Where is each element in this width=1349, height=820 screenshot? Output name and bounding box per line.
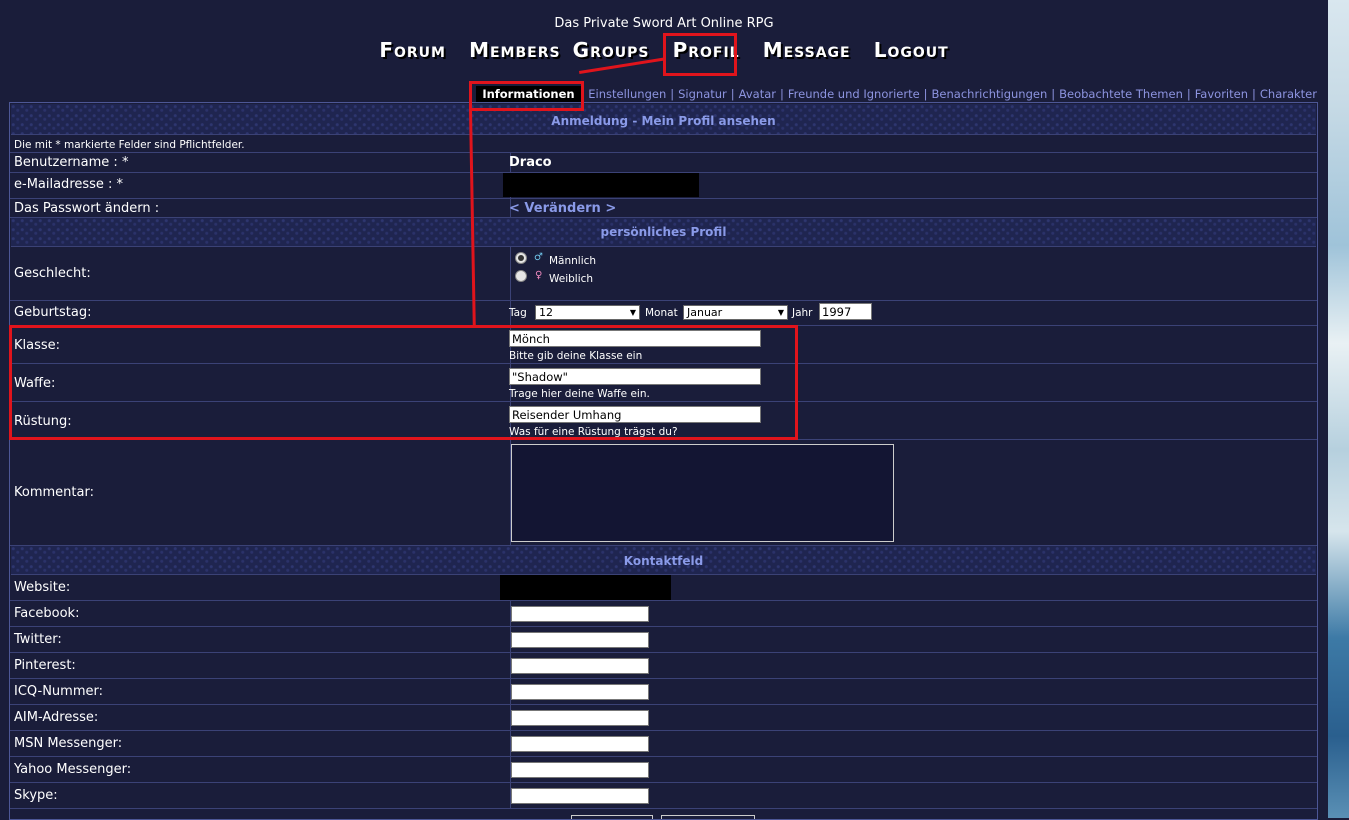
gender-male-label: Männlich — [549, 255, 597, 267]
yahoo-row: Yahoo Messenger: — [10, 757, 1317, 783]
gender-female-label: Weiblich — [549, 273, 594, 285]
icq-row: ICQ-Nummer: — [10, 679, 1317, 705]
email-label: e-Mailadresse : * — [14, 177, 124, 192]
tab-einstellungen[interactable]: Einstellungen — [588, 87, 666, 101]
username-value: Draco — [509, 155, 552, 170]
tab-charakter[interactable]: Charakter — [1260, 87, 1317, 101]
facebook-label: Facebook: — [14, 606, 80, 621]
month-value: Januar — [687, 306, 723, 319]
nav-logout[interactable]: Logout — [874, 38, 949, 62]
comment-row: Kommentar: — [10, 440, 1317, 546]
year-input[interactable]: 1997 — [819, 303, 872, 320]
background-image-strip — [1328, 0, 1349, 818]
website-redacted — [500, 575, 671, 600]
twitter-row: Twitter: — [10, 627, 1317, 653]
yahoo-label: Yahoo Messenger: — [14, 762, 132, 777]
msn-input[interactable] — [511, 736, 649, 752]
gender-male-radio[interactable] — [515, 252, 527, 264]
birthday-row: Geburtstag: Tag 12 ▼ Monat Januar ▼ Jahr 1… — [10, 301, 1317, 326]
aim-input[interactable] — [511, 710, 649, 726]
nav-message[interactable]: Message — [763, 38, 851, 62]
class-row: Klasse: Mönch Bitte gib deine Klasse ein — [10, 326, 1317, 364]
icq-label: ICQ-Nummer: — [14, 684, 103, 699]
class-hint: Bitte gib deine Klasse ein — [509, 350, 643, 362]
comment-textarea[interactable] — [511, 444, 894, 542]
tab-avatar[interactable]: Avatar — [739, 87, 776, 101]
password-label: Das Passwort ändern : — [14, 201, 160, 216]
tab-benachrichtigungen[interactable]: Benachrichtigungen — [932, 87, 1048, 101]
birthday-label: Geburtstag: — [14, 305, 92, 320]
website-label: Website: — [14, 580, 71, 595]
tab-beobachtete-themen[interactable]: Beobachtete Themen — [1059, 87, 1183, 101]
gender-row: Geschlecht: ♂ Männlich ♀ Weiblich — [10, 247, 1317, 301]
day-label: Tag — [509, 307, 527, 319]
msn-row: MSN Messenger: — [10, 731, 1317, 757]
female-icon: ♀ — [535, 270, 543, 281]
year-label: Jahr — [792, 307, 813, 319]
pinterest-row: Pinterest: — [10, 653, 1317, 679]
change-password-link[interactable]: < Verändern > — [509, 201, 616, 216]
main-navigation: Forum Members Groups Profil Message Logo… — [0, 38, 1328, 62]
facebook-row: Facebook: — [10, 601, 1317, 627]
day-value: 12 — [539, 306, 553, 319]
icq-input[interactable] — [511, 684, 649, 700]
month-select[interactable]: Januar ▼ — [683, 305, 788, 320]
nav-forum[interactable]: Forum — [379, 38, 446, 62]
armor-input[interactable]: Reisender Umhang — [509, 406, 761, 423]
gender-female-radio[interactable] — [515, 270, 527, 282]
class-label: Klasse: — [14, 338, 61, 353]
chevron-down-icon: ▼ — [777, 308, 784, 317]
skype-input[interactable] — [511, 788, 649, 804]
chevron-down-icon: ▼ — [629, 308, 636, 317]
class-input[interactable]: Mönch — [509, 330, 761, 347]
month-label: Monat — [645, 307, 678, 319]
section-header-login: Anmeldung - Mein Profil ansehen — [11, 104, 1316, 135]
required-note-row: Die mit * markierte Felder sind Pflichtf… — [10, 135, 1317, 153]
username-row: Benutzername : * Draco — [10, 153, 1317, 173]
section-header-contact: Kontaktfeld — [11, 546, 1316, 575]
msn-label: MSN Messenger: — [14, 736, 123, 751]
site-title: Das Private Sword Art Online RPG — [554, 16, 774, 31]
twitter-input[interactable] — [511, 632, 649, 648]
skype-label: Skype: — [14, 788, 58, 803]
day-select[interactable]: 12 ▼ — [535, 305, 640, 320]
yahoo-input[interactable] — [511, 762, 649, 778]
aim-label: AIM-Adresse: — [14, 710, 99, 725]
email-redacted — [503, 173, 699, 197]
nav-groups[interactable]: Groups — [573, 38, 650, 62]
armor-row: Rüstung: Reisender Umhang Was für eine R… — [10, 402, 1317, 440]
tab-signatur[interactable]: Signatur — [678, 87, 727, 101]
male-icon: ♂ — [534, 252, 543, 263]
comment-label: Kommentar: — [14, 485, 94, 500]
profile-form: Anmeldung - Mein Profil ansehen Die mit … — [9, 102, 1318, 820]
username-label: Benutzername : * — [14, 155, 129, 170]
pinterest-input[interactable] — [511, 658, 649, 674]
email-row: e-Mailadresse : * — [10, 173, 1317, 199]
section-header-personal: persönliches Profil — [11, 218, 1316, 247]
required-note: Die mit * markierte Felder sind Pflichtf… — [14, 139, 245, 151]
website-row: Website: — [10, 575, 1317, 601]
nav-members[interactable]: Members — [469, 38, 561, 62]
page: Das Private Sword Art Online RPG Forum M… — [0, 0, 1349, 820]
armor-hint: Was für eine Rüstung trägst du? — [509, 426, 678, 438]
tab-favoriten[interactable]: Favoriten — [1195, 87, 1248, 101]
tab-informationen[interactable]: Informationen — [476, 86, 581, 102]
pinterest-label: Pinterest: — [14, 658, 76, 673]
password-row: Das Passwort ändern : < Verändern > — [10, 199, 1317, 218]
weapon-input[interactable]: "Shadow" — [509, 368, 761, 385]
weapon-hint: Trage hier deine Waffe ein. — [509, 388, 650, 400]
aim-row: AIM-Adresse: — [10, 705, 1317, 731]
weapon-label: Waffe: — [14, 376, 56, 391]
skype-row: Skype: — [10, 783, 1317, 809]
profile-subnav: Informationen Einstellungen | Signatur | Ava… — [476, 86, 1317, 102]
weapon-row: Waffe: "Shadow" Trage hier deine Waffe e… — [10, 364, 1317, 402]
facebook-input[interactable] — [511, 606, 649, 622]
gender-label: Geschlecht: — [14, 266, 91, 281]
twitter-label: Twitter: — [14, 632, 62, 647]
nav-profil[interactable]: Profil — [673, 38, 740, 62]
armor-label: Rüstung: — [14, 414, 72, 429]
tab-freunde[interactable]: Freunde und Ignorierte — [788, 87, 920, 101]
